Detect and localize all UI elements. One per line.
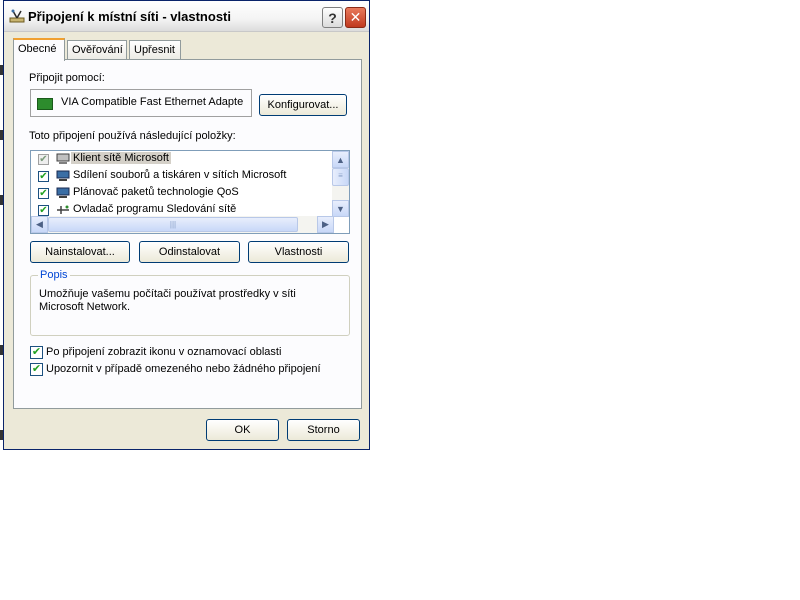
list-item[interactable]: ✔ Klient sítě Microsoft [31,151,331,168]
list-item[interactable]: ✔ Sdílení souborů a tiskáren v sítích Mi… [31,168,331,185]
show-icon-checkbox[interactable]: ✔ [30,346,43,359]
network-client-icon [56,153,70,164]
help-button[interactable]: ? [322,7,343,28]
properties-button[interactable]: Vlastnosti [248,241,349,263]
scroll-up-button[interactable]: ▲ [332,151,349,168]
item-checkbox[interactable]: ✔ [38,171,49,182]
tab-general[interactable]: Obecné [13,38,65,61]
item-checkbox[interactable]: ✔ [38,188,49,199]
item-label: Ovladač programu Sledování sítě [73,203,237,215]
item-label: Klient sítě Microsoft [71,152,171,164]
install-button[interactable]: Nainstalovat... [30,241,130,263]
item-checkbox[interactable]: ✔ [38,205,49,216]
notify-label: Upozornit v případě omezeného nebo žádné… [46,363,321,375]
components-list[interactable]: ✔ Klient sítě Microsoft ✔ Sdílení soubor… [30,150,350,234]
connect-using-label: Připojit pomocí: [29,72,105,84]
description-group: Popis Umožňuje vašemu počítači používat … [30,269,350,336]
scroll-thumb[interactable]: ≡ [332,168,349,186]
vertical-scrollbar[interactable]: ▲ ≡ ▼ [332,151,349,217]
show-icon-label: Po připojení zobrazit ikonu v oznamovací… [46,346,282,358]
close-button[interactable]: ✕ [345,7,366,28]
network-protocol-icon [57,205,69,214]
cancel-button[interactable]: Storno [287,419,360,441]
scroll-down-button[interactable]: ▼ [332,200,349,217]
network-service-icon [56,187,70,198]
item-checkbox[interactable]: ✔ [38,154,49,165]
notify-checkbox[interactable]: ✔ [30,363,43,376]
item-label: Sdílení souborů a tiskáren v sítích Micr… [73,169,287,181]
title-bar[interactable]: Připojení k místní síti - vlastnosti ? ✕ [4,1,369,32]
window-title: Připojení k místní síti - vlastnosti [28,9,231,24]
items-label: Toto připojení používá následující polož… [29,130,236,142]
configure-button[interactable]: Konfigurovat... [259,94,347,116]
network-connection-icon [9,9,25,23]
ok-button[interactable]: OK [206,419,279,441]
scroll-right-button[interactable]: ▶ [317,216,334,233]
adapter-name: VIA Compatible Fast Ethernet Adapte [61,96,244,108]
description-text: Umožňuje vašemu počítači používat prostř… [39,288,296,313]
general-panel: Připojit pomocí: VIA Compatible Fast Eth… [13,59,362,409]
scroll-thumb[interactable]: ||| [48,217,298,232]
properties-dialog: Připojení k místní síti - vlastnosti ? ✕… [3,0,370,450]
horizontal-scrollbar[interactable]: ◀ ||| ▶ [31,216,334,233]
item-label: Plánovač paketů technologie QoS [73,186,239,198]
network-service-icon [56,170,70,181]
adapter-field: VIA Compatible Fast Ethernet Adapte [30,89,252,117]
tab-authentication[interactable]: Ověřování [67,40,127,59]
list-item[interactable]: ✔ Plánovač paketů technologie QoS [31,185,331,202]
scroll-left-button[interactable]: ◀ [31,216,48,233]
description-title: Popis [38,269,70,281]
tab-advanced[interactable]: Upřesnit [129,40,181,59]
network-card-icon [37,98,53,110]
uninstall-button[interactable]: Odinstalovat [139,241,240,263]
